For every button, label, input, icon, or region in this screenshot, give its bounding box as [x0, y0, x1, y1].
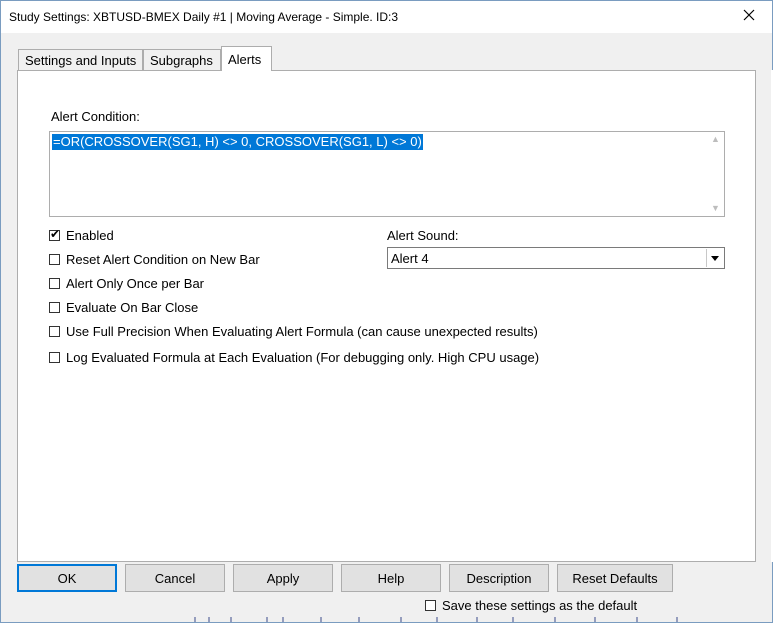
alert-sound-value: Alert 4 [391, 251, 429, 266]
alert-condition-text: =OR(CROSSOVER(SG1, H) <> 0, CROSSOVER(SG… [52, 134, 423, 150]
chevron-down-icon[interactable] [706, 249, 723, 267]
full-precision-checkbox[interactable]: Use Full Precision When Evaluating Alert… [49, 324, 538, 339]
checkbox-label: Evaluate On Bar Close [66, 300, 199, 315]
checkbox-box [49, 278, 60, 289]
help-button[interactable]: Help [341, 564, 441, 592]
alert-sound-label: Alert Sound: [387, 228, 459, 243]
save-as-default-checkbox[interactable]: Save these settings as the default [425, 598, 637, 613]
tab-settings-and-inputs[interactable]: Settings and Inputs [18, 49, 143, 71]
reset-alert-condition-checkbox[interactable]: Reset Alert Condition on New Bar [49, 252, 260, 267]
reset-defaults-button[interactable]: Reset Defaults [557, 564, 673, 592]
reset-defaults-button-label: Reset Defaults [572, 570, 658, 586]
close-button[interactable] [726, 1, 772, 32]
tab-alerts[interactable]: Alerts [221, 46, 272, 71]
ok-button-label: OK [57, 570, 77, 586]
cancel-button[interactable]: Cancel [125, 564, 225, 592]
checkbox-label: Use Full Precision When Evaluating Alert… [66, 324, 538, 339]
checkbox-box: ✔ [49, 227, 61, 241]
help-button-label: Help [377, 570, 405, 586]
description-button-label: Description [466, 570, 532, 586]
study-settings-dialog: Study Settings: XBTUSD-BMEX Daily #1 | M… [0, 0, 773, 623]
checkbox-label: Save these settings as the default [442, 598, 638, 613]
title-bar: Study Settings: XBTUSD-BMEX Daily #1 | M… [1, 1, 772, 33]
checkbox-box [49, 352, 60, 363]
checkbox-label: Reset Alert Condition on New Bar [66, 252, 260, 267]
checkmark-icon: ✔ [50, 227, 61, 241]
description-button[interactable]: Description [449, 564, 549, 592]
scroll-up-icon[interactable]: ▲ [711, 134, 720, 144]
alert-sound-select[interactable]: Alert 4 [387, 247, 725, 269]
textarea-scrollbar[interactable]: ▲ ▼ [707, 132, 724, 216]
tab-label: Settings and Inputs [25, 53, 137, 68]
checkbox-box [425, 600, 436, 611]
checkbox-box [49, 254, 60, 265]
tab-subgraphs[interactable]: Subgraphs [143, 49, 221, 71]
alert-condition-input[interactable]: =OR(CROSSOVER(SG1, H) <> 0, CROSSOVER(SG… [49, 131, 725, 217]
cancel-button-label: Cancel [154, 570, 196, 586]
alert-once-per-bar-checkbox[interactable]: Alert Only Once per Bar [49, 276, 204, 291]
log-evaluated-formula-checkbox[interactable]: Log Evaluated Formula at Each Evaluation… [49, 350, 539, 365]
checkbox-box [49, 302, 60, 313]
scroll-down-icon[interactable]: ▼ [711, 203, 720, 213]
enabled-checkbox[interactable]: ✔ Enabled [49, 227, 114, 243]
checkbox-label: Enabled [66, 228, 114, 243]
apply-button-label: Apply [266, 570, 300, 586]
close-icon [743, 9, 755, 24]
checkbox-label: Alert Only Once per Bar [66, 276, 204, 291]
alert-condition-label: Alert Condition: [51, 109, 140, 124]
apply-button[interactable]: Apply [233, 564, 333, 592]
checkbox-box [49, 326, 60, 337]
checkbox-label: Log Evaluated Formula at Each Evaluation… [66, 350, 540, 365]
background-artifact [194, 617, 678, 622]
evaluate-on-bar-close-checkbox[interactable]: Evaluate On Bar Close [49, 300, 198, 315]
tab-label: Subgraphs [150, 53, 213, 68]
window-title: Study Settings: XBTUSD-BMEX Daily #1 | M… [9, 10, 399, 24]
tab-label: Alerts [228, 51, 262, 67]
ok-button[interactable]: OK [17, 564, 117, 592]
